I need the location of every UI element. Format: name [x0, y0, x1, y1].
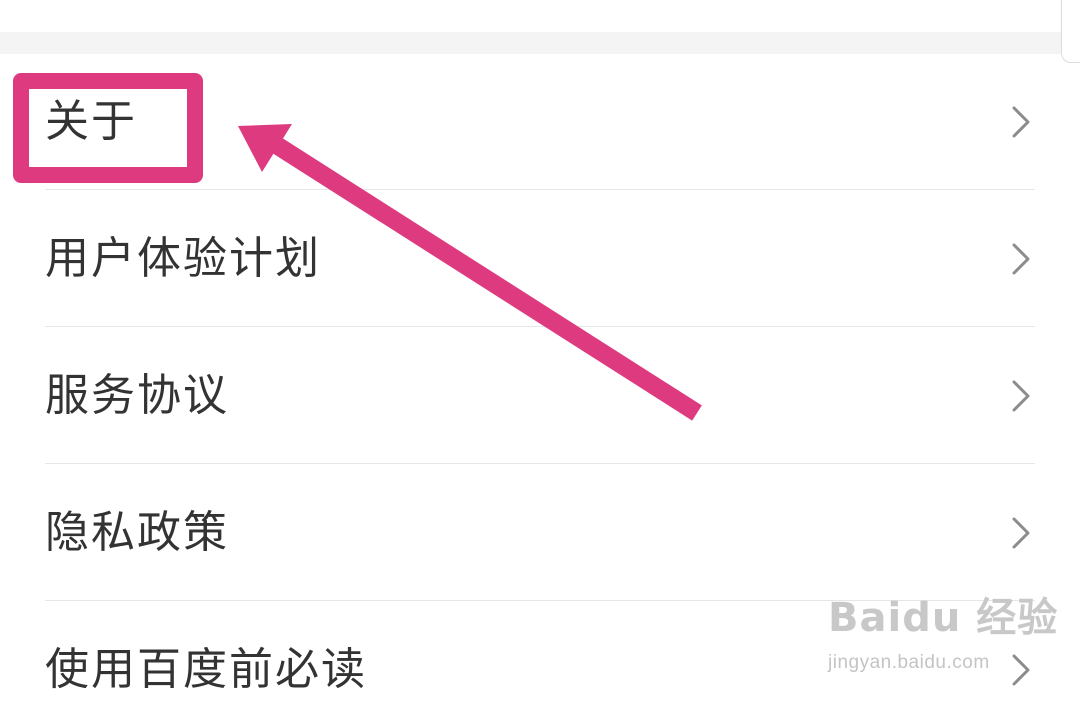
menu-item-label: 关于 — [45, 96, 137, 147]
menu-item-label: 服务协议 — [45, 369, 229, 421]
previous-section — [0, 0, 1080, 32]
menu-item-label: 隐私政策 — [45, 506, 229, 558]
menu-item-privacy-policy[interactable]: 隐私政策 — [0, 464, 1080, 601]
chevron-right-icon — [1010, 242, 1032, 276]
menu-item-service-agreement[interactable]: 服务协议 — [0, 327, 1080, 464]
menu-item-read-before-use[interactable]: 使用百度前必读 — [0, 601, 1080, 716]
menu-item-user-experience-plan[interactable]: 用户体验计划 — [0, 190, 1080, 327]
menu-item-label: 使用百度前必读 — [45, 643, 367, 695]
menu-item-label: 用户体验计划 — [45, 232, 321, 284]
settings-page: 关于 用户体验计划 服务协议 隐私政策 使用百度前必读 Baidu 经验 jin… — [0, 0, 1080, 716]
chevron-right-icon — [1010, 105, 1032, 139]
menu-item-about[interactable]: 关于 — [0, 54, 1080, 190]
chevron-right-icon — [1010, 516, 1032, 550]
settings-menu-list: 关于 用户体验计划 服务协议 隐私政策 使用百度前必读 — [0, 54, 1080, 716]
chevron-right-icon — [1010, 653, 1032, 687]
chevron-right-icon — [1010, 379, 1032, 413]
section-separator — [0, 32, 1080, 54]
